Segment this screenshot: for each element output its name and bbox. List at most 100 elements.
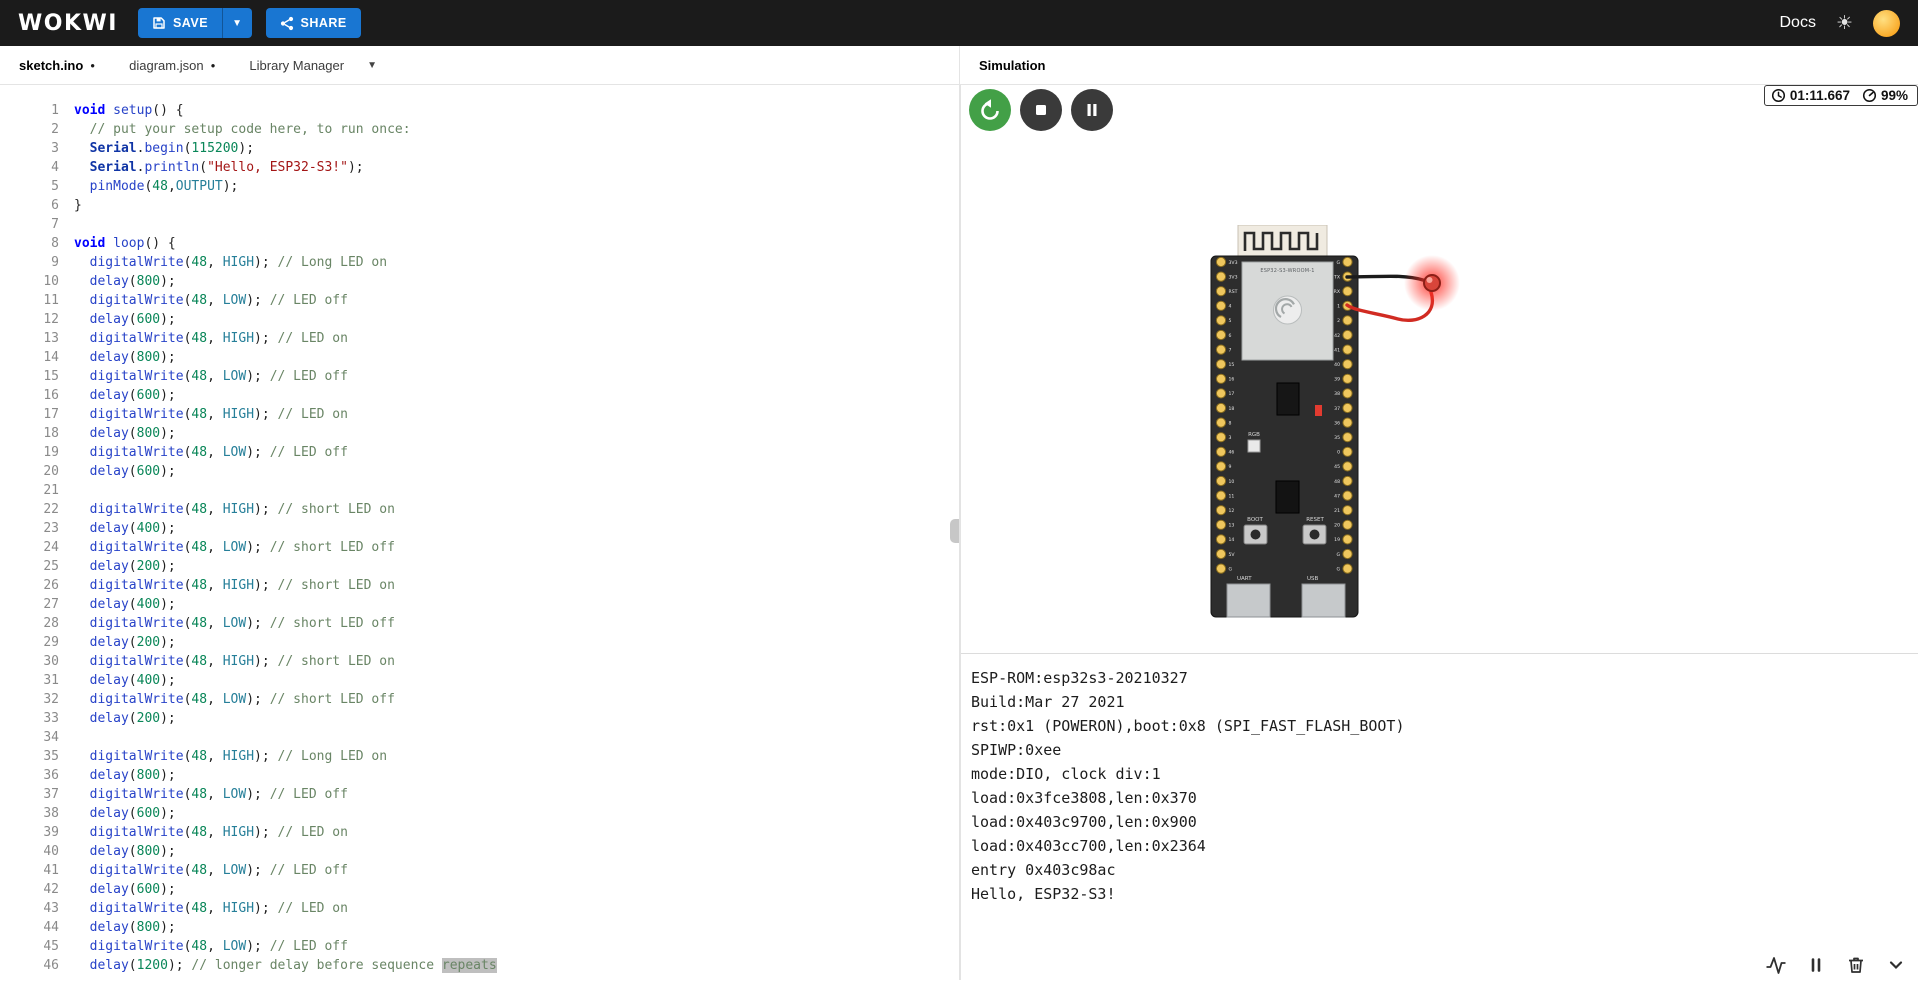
code-line[interactable]: delay(600);	[74, 880, 959, 899]
theme-toggle-sun-icon[interactable]: ☀	[1836, 14, 1853, 33]
pin-g[interactable]	[1215, 563, 1227, 574]
wokwi-logo[interactable]: WOKWI	[18, 11, 118, 36]
pin-36[interactable]	[1342, 417, 1353, 428]
code-line[interactable]: delay(800);	[74, 272, 959, 291]
collapse-serial-button[interactable]	[1884, 953, 1908, 977]
pin-45[interactable]	[1342, 461, 1353, 472]
code-line[interactable]: Serial.begin(115200);	[74, 139, 959, 158]
code-line[interactable]: delay(600);	[74, 310, 959, 329]
pin-19[interactable]	[1342, 534, 1353, 545]
code-line[interactable]: delay(600);	[74, 386, 959, 405]
code-line[interactable]: delay(600);	[74, 804, 959, 823]
code-line[interactable]: digitalWrite(48, LOW); // short LED off	[74, 690, 959, 709]
code-line[interactable]: digitalWrite(48, LOW); // LED off	[74, 291, 959, 310]
code-line[interactable]: digitalWrite(48, HIGH); // LED on	[74, 329, 959, 348]
red-led[interactable]	[1404, 255, 1460, 311]
pin-42[interactable]	[1342, 329, 1353, 341]
pin-g[interactable]	[1342, 548, 1353, 560]
pause-button[interactable]	[1071, 89, 1113, 131]
code-line[interactable]: // put your setup code here, to run once…	[74, 120, 959, 139]
esp32-s3-board[interactable]: ESP32-S3-WROOM-1 3V33V3RST45671516171883…	[1210, 224, 1359, 618]
save-dropdown-button[interactable]: ▼	[222, 8, 252, 38]
pin-8[interactable]	[1215, 417, 1227, 428]
code-line[interactable]: digitalWrite(48, LOW); // LED off	[74, 785, 959, 804]
code-line[interactable]: delay(400);	[74, 519, 959, 538]
panel-resize-handle[interactable]	[950, 519, 959, 543]
code-line[interactable]: digitalWrite(48, HIGH); // short LED on	[74, 500, 959, 519]
code-line[interactable]: delay(800);	[74, 424, 959, 443]
pin-g[interactable]	[1342, 256, 1353, 268]
code-line[interactable]: delay(600);	[74, 462, 959, 481]
code-line[interactable]: digitalWrite(48, LOW); // short LED off	[74, 538, 959, 557]
code-line[interactable]: digitalWrite(48, LOW); // short LED off	[74, 614, 959, 633]
code-line[interactable]: delay(200);	[74, 557, 959, 576]
code-line[interactable]: void setup() {	[74, 101, 959, 120]
tab-diagram-json[interactable]: diagram.json ●	[112, 46, 232, 84]
pin-rst[interactable]	[1215, 286, 1227, 297]
pin-41[interactable]	[1342, 344, 1353, 355]
pin-40[interactable]	[1342, 359, 1353, 370]
restart-button[interactable]	[969, 89, 1011, 131]
pin-g[interactable]	[1342, 563, 1353, 574]
pin-46[interactable]	[1215, 446, 1227, 457]
pin-39[interactable]	[1342, 373, 1353, 384]
pin-11[interactable]	[1215, 490, 1227, 501]
code-line[interactable]: digitalWrite(48, HIGH); // LED on	[74, 405, 959, 424]
code-line[interactable]: digitalWrite(48, LOW); // LED off	[74, 937, 959, 956]
pin-35[interactable]	[1342, 432, 1353, 443]
pin-3v3[interactable]	[1215, 271, 1227, 282]
code-line[interactable]: delay(200);	[74, 709, 959, 728]
tab-simulation[interactable]: Simulation	[962, 46, 1062, 84]
pin-14[interactable]	[1215, 534, 1227, 545]
pin-18[interactable]	[1215, 402, 1227, 414]
code-line[interactable]	[74, 728, 959, 747]
code-line[interactable]: pinMode(48,OUTPUT);	[74, 177, 959, 196]
pause-serial-button[interactable]	[1804, 953, 1828, 977]
pin-38[interactable]	[1342, 388, 1353, 399]
pin-12[interactable]	[1215, 505, 1227, 516]
pin-5v[interactable]	[1215, 548, 1227, 560]
save-button[interactable]: SAVE	[137, 8, 223, 38]
code-line[interactable]: delay(800);	[74, 348, 959, 367]
code-line[interactable]: Serial.println("Hello, ESP32-S3!");	[74, 158, 959, 177]
code-line[interactable]: digitalWrite(48, LOW); // LED off	[74, 861, 959, 880]
serial-monitor[interactable]: ESP-ROM:esp32s3-20210327 Build:Mar 27 202…	[961, 653, 1918, 980]
pin-16[interactable]	[1215, 373, 1227, 384]
code-line[interactable]: delay(400);	[74, 595, 959, 614]
code-line[interactable]: delay(400);	[74, 671, 959, 690]
user-avatar[interactable]	[1873, 9, 1900, 37]
pin-13[interactable]	[1215, 519, 1227, 530]
plot-button[interactable]	[1764, 953, 1788, 977]
pin-47[interactable]	[1342, 490, 1353, 501]
pin-3v3[interactable]	[1215, 256, 1227, 268]
simulation-canvas[interactable]: 01:11.667 99% ESP32-S3-WROOM-1 3V3 3V3 R…	[961, 85, 1918, 653]
pin-48[interactable]	[1342, 475, 1353, 487]
pin-2[interactable]	[1342, 315, 1353, 326]
tab-library-manager[interactable]: Library Manager ▼	[232, 46, 394, 84]
pin-21[interactable]	[1342, 505, 1353, 516]
pin-9[interactable]	[1215, 461, 1227, 472]
code-line[interactable]: digitalWrite(48, HIGH); // Long LED on	[74, 747, 959, 766]
code-line[interactable]: }	[74, 196, 959, 215]
code-line[interactable]: digitalWrite(48, HIGH); // Long LED on	[74, 253, 959, 272]
code-line[interactable]: void loop() {	[74, 234, 959, 253]
code-line[interactable]	[74, 481, 959, 500]
pin-15[interactable]	[1215, 359, 1227, 370]
code-line[interactable]: digitalWrite(48, HIGH); // short LED on	[74, 652, 959, 671]
pin-10[interactable]	[1215, 475, 1227, 487]
pin-20[interactable]	[1342, 519, 1353, 530]
code-line[interactable]: digitalWrite(48, HIGH); // LED on	[74, 823, 959, 842]
stop-button[interactable]	[1020, 89, 1062, 131]
pin-6[interactable]	[1215, 329, 1227, 341]
led-body[interactable]	[1423, 274, 1441, 292]
reset-button-cap[interactable]	[1309, 529, 1320, 540]
code-line[interactable]: delay(800);	[74, 842, 959, 861]
code-line[interactable]: digitalWrite(48, LOW); // LED off	[74, 367, 959, 386]
code-line[interactable]: digitalWrite(48, HIGH); // short LED on	[74, 576, 959, 595]
code-line[interactable]: delay(800);	[74, 766, 959, 785]
pin-7[interactable]	[1215, 344, 1227, 355]
share-button[interactable]: SHARE	[265, 8, 361, 38]
pin-3[interactable]	[1215, 432, 1227, 443]
code-editor[interactable]: 1 2 3 4 5 6 7 8 9 10 11 12 13 14 15 16 17 18 19 20 21 22 23 24 2…	[0, 85, 959, 980]
code-line[interactable]: delay(1200); // longer delay before sequ…	[74, 956, 959, 975]
